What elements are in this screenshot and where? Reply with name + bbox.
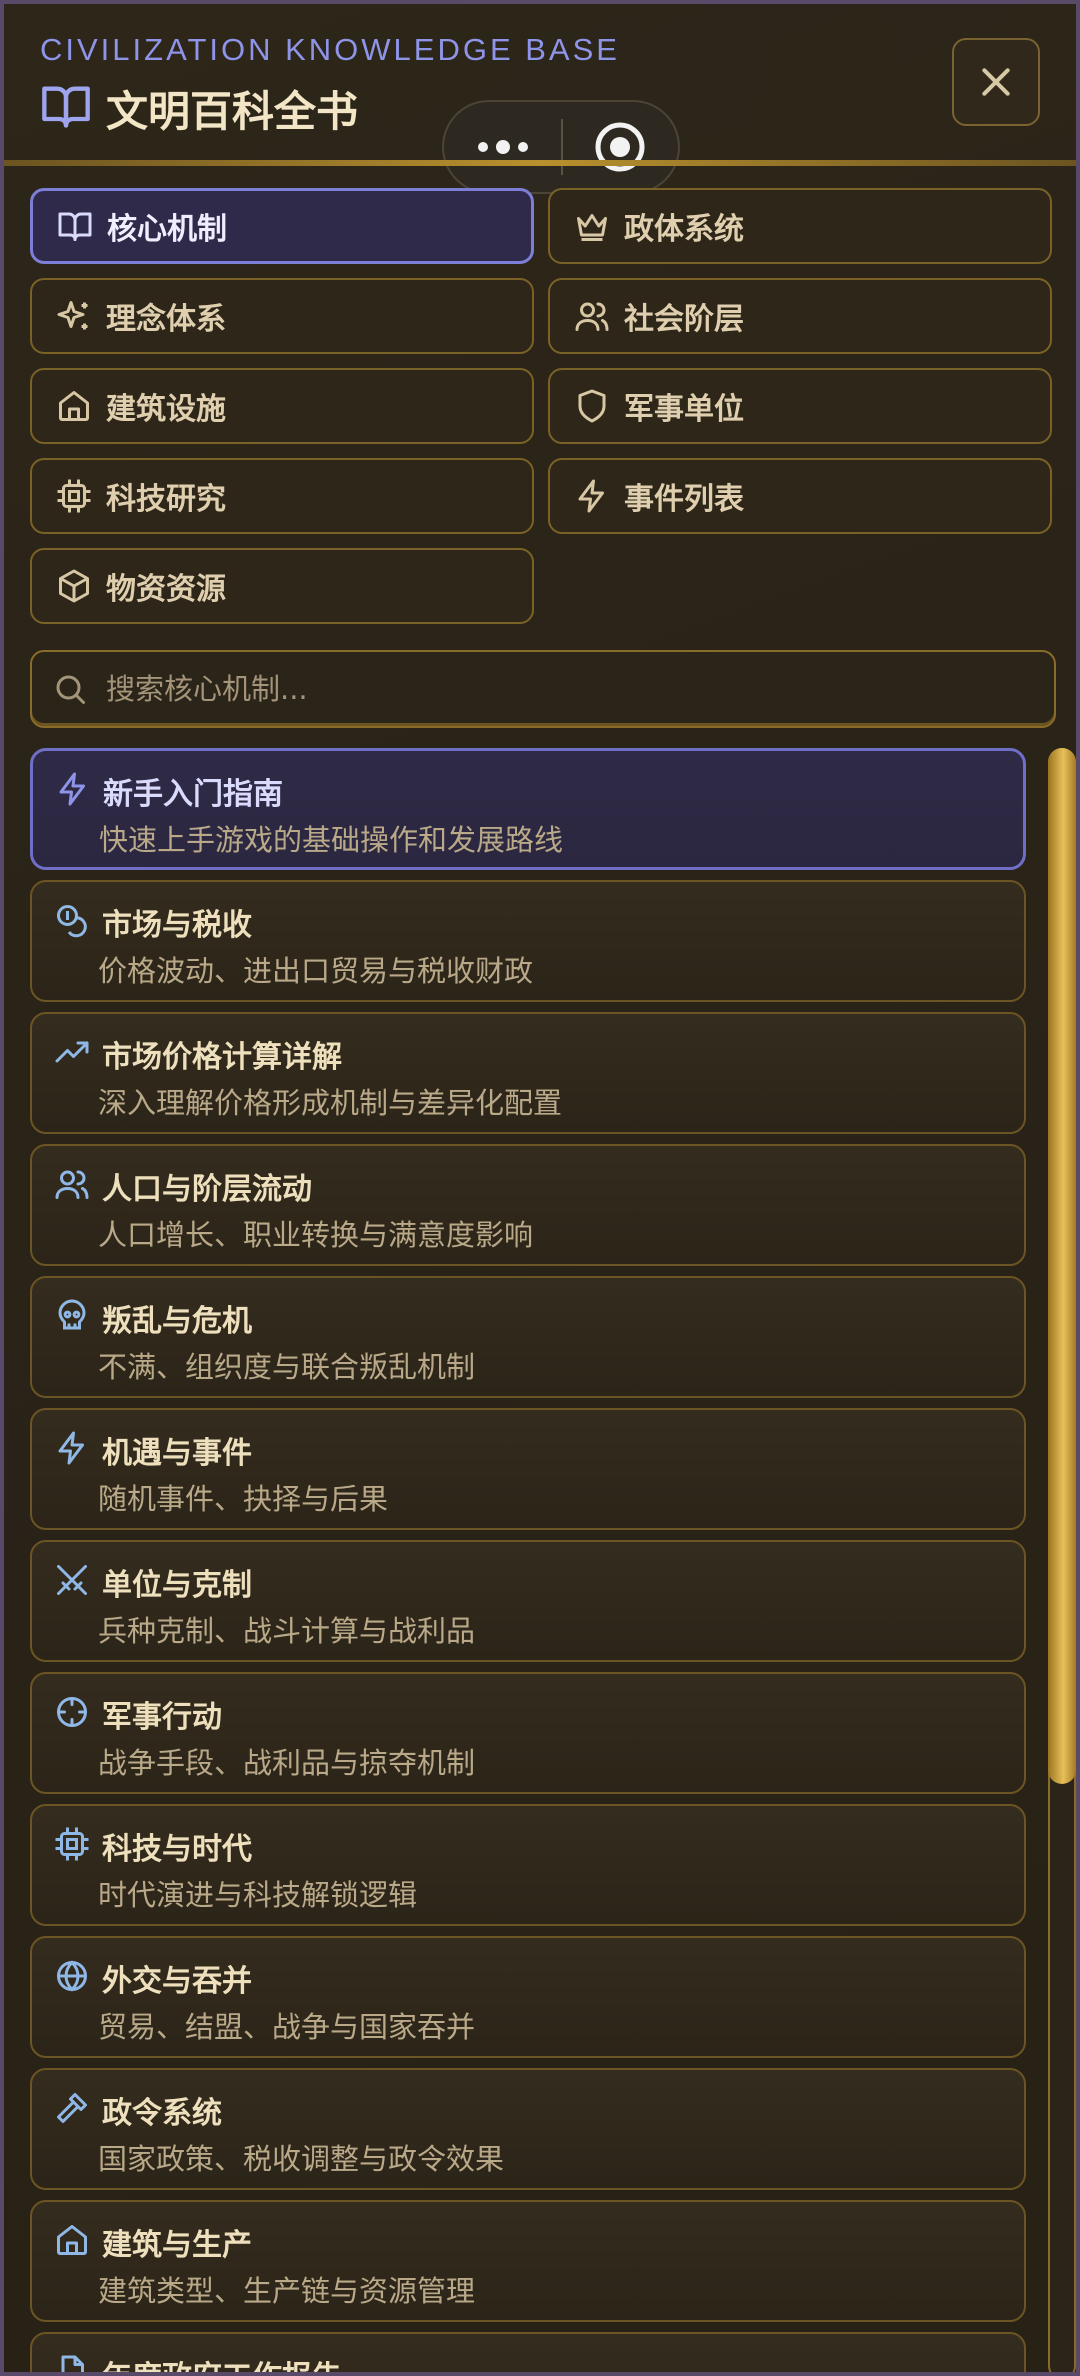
trending-up-icon bbox=[54, 1034, 90, 1070]
coins-icon bbox=[54, 902, 90, 938]
page-title: 文明百科全书 bbox=[106, 86, 359, 136]
search-input[interactable] bbox=[104, 671, 1008, 707]
close-icon bbox=[982, 68, 1010, 96]
tab-label: 核心机制 bbox=[107, 212, 227, 247]
entry-description: 深入理解价格形成机制与差异化配置 bbox=[98, 1086, 563, 1120]
list-item[interactable]: 军事行动 战争手段、战利品与掠夺机制 bbox=[30, 1672, 1026, 1794]
list-item[interactable]: 科技与时代 时代演进与科技解锁逻辑 bbox=[30, 1804, 1026, 1926]
entry-title: 外交与吞并 bbox=[102, 1964, 252, 1999]
tab-resources[interactable]: 物资资源 bbox=[30, 548, 534, 624]
home-icon bbox=[59, 391, 89, 421]
tab-label: 政体系统 bbox=[624, 212, 744, 247]
search-icon bbox=[56, 675, 85, 704]
more-dots-icon bbox=[477, 140, 528, 154]
crown-icon bbox=[577, 214, 607, 241]
list-item[interactable]: 建筑与生产 建筑类型、生产链与资源管理 bbox=[30, 2200, 1026, 2322]
header-divider bbox=[4, 160, 1076, 166]
search-bar bbox=[30, 650, 1056, 728]
lightning-icon bbox=[54, 1430, 90, 1466]
globe-icon bbox=[54, 1958, 90, 1994]
tab-label: 事件列表 bbox=[624, 482, 744, 517]
list-item[interactable]: 新手入门指南 快速上手游戏的基础操作和发展路线 bbox=[30, 748, 1026, 870]
entry-description: 随机事件、抉择与后果 bbox=[98, 1482, 389, 1516]
list-item[interactable]: 市场与税收 价格波动、进出口贸易与税收财政 bbox=[30, 880, 1026, 1002]
header: CIVILIZATION KNOWLEDGE BASE 文明百科全书 bbox=[4, 4, 1076, 194]
entry-title: 年度政府工作报告 bbox=[102, 2352, 342, 2372]
cpu-icon bbox=[54, 1826, 90, 1862]
tab-label: 社会阶层 bbox=[624, 302, 744, 337]
list-item[interactable]: 单位与克制 兵种克制、战斗计算与战利品 bbox=[30, 1540, 1026, 1662]
crossed-swords-icon bbox=[54, 1562, 90, 1598]
users-icon bbox=[575, 302, 609, 331]
entry-title: 科技与时代 bbox=[102, 1832, 252, 1867]
list-item[interactable]: 人口与阶层流动 人口增长、职业转换与满意度影响 bbox=[30, 1144, 1026, 1266]
list-item[interactable]: 机遇与事件 随机事件、抉择与后果 bbox=[30, 1408, 1026, 1530]
gavel-icon bbox=[54, 2090, 90, 2126]
entry-title: 政令系统 bbox=[102, 2096, 222, 2131]
entry-description: 兵种克制、战斗计算与战利品 bbox=[98, 1614, 476, 1648]
lightning-icon bbox=[55, 771, 91, 807]
book-open-icon bbox=[58, 212, 92, 241]
box-icon bbox=[59, 569, 89, 603]
entry-title: 叛乱与危机 bbox=[102, 1304, 252, 1339]
tab-tech-research[interactable]: 科技研究 bbox=[30, 458, 534, 534]
entry-title: 机遇与事件 bbox=[102, 1436, 252, 1471]
header-subtitle: CIVILIZATION KNOWLEDGE BASE bbox=[40, 32, 620, 67]
document-icon bbox=[54, 2354, 90, 2372]
close-button[interactable] bbox=[952, 38, 1040, 126]
tab-ideology-system[interactable]: 理念体系 bbox=[30, 278, 534, 354]
entry-title: 市场价格计算详解 bbox=[102, 1040, 342, 1075]
tab-buildings[interactable]: 建筑设施 bbox=[30, 368, 534, 444]
entry-title: 军事行动 bbox=[102, 1700, 222, 1735]
title-row: 文明百科全书 bbox=[40, 80, 358, 136]
list-item[interactable]: 外交与吞并 贸易、结盟、战争与国家吞并 bbox=[30, 1936, 1026, 2058]
skull-icon bbox=[54, 1298, 90, 1334]
entry-description: 不满、组织度与联合叛乱机制 bbox=[98, 1350, 476, 1384]
entry-description: 快速上手游戏的基础操作和发展路线 bbox=[99, 823, 564, 857]
cpu-icon bbox=[57, 479, 91, 513]
tab-label: 建筑设施 bbox=[106, 392, 226, 427]
entry-description: 人口增长、职业转换与满意度影响 bbox=[98, 1218, 534, 1252]
entry-description: 贸易、结盟、战争与国家吞并 bbox=[98, 2010, 476, 2044]
more-button[interactable] bbox=[444, 102, 561, 192]
exit-mini-program-button[interactable] bbox=[563, 102, 678, 192]
tab-core-mechanics[interactable]: 核心机制 bbox=[30, 188, 534, 264]
tab-label: 军事单位 bbox=[624, 392, 744, 427]
users-icon bbox=[54, 1166, 90, 1202]
entry-title: 单位与克制 bbox=[102, 1568, 252, 1603]
list-item[interactable]: 政令系统 国家政策、税收调整与政令效果 bbox=[30, 2068, 1026, 2190]
entry-title: 人口与阶层流动 bbox=[102, 1172, 312, 1207]
sparkles-icon bbox=[57, 301, 88, 330]
entry-list: 新手入门指南 快速上手游戏的基础操作和发展路线 市场与税收 价格波动、进出口贸易… bbox=[30, 748, 1026, 2372]
shield-icon bbox=[578, 389, 606, 423]
tab-government-system[interactable]: 政体系统 bbox=[548, 188, 1052, 264]
tab-event-list[interactable]: 事件列表 bbox=[548, 458, 1052, 534]
tab-military-units[interactable]: 军事单位 bbox=[548, 368, 1052, 444]
crosshair-icon bbox=[54, 1694, 90, 1730]
entry-title: 市场与税收 bbox=[102, 908, 252, 943]
entry-description: 战争手段、战利品与掠夺机制 bbox=[98, 1746, 476, 1780]
tab-label: 物资资源 bbox=[106, 572, 226, 607]
list-item[interactable]: 年度政府工作报告 bbox=[30, 2332, 1026, 2372]
home-icon bbox=[54, 2222, 90, 2258]
entry-description: 国家政策、税收调整与政令效果 bbox=[98, 2142, 505, 2176]
entry-description: 时代演进与科技解锁逻辑 bbox=[98, 1878, 418, 1912]
entry-description: 建筑类型、生产链与资源管理 bbox=[98, 2274, 476, 2308]
entry-title: 建筑与生产 bbox=[102, 2228, 252, 2263]
tab-social-classes[interactable]: 社会阶层 bbox=[548, 278, 1052, 354]
entry-description: 价格波动、进出口贸易与税收财政 bbox=[98, 954, 534, 988]
list-item[interactable]: 市场价格计算详解 深入理解价格形成机制与差异化配置 bbox=[30, 1012, 1026, 1134]
tab-label: 理念体系 bbox=[106, 302, 226, 337]
entry-title: 新手入门指南 bbox=[103, 777, 283, 812]
list-item[interactable]: 叛乱与危机 不满、组织度与联合叛乱机制 bbox=[30, 1276, 1026, 1398]
book-open-icon bbox=[40, 80, 106, 136]
scrollbar-thumb[interactable] bbox=[1048, 748, 1076, 1784]
mini-program-capsule bbox=[442, 100, 680, 194]
app-frame: CIVILIZATION KNOWLEDGE BASE 文明百科全书 核心机制 bbox=[0, 0, 1080, 2376]
lightning-icon bbox=[578, 479, 604, 513]
tab-label: 科技研究 bbox=[106, 482, 226, 517]
